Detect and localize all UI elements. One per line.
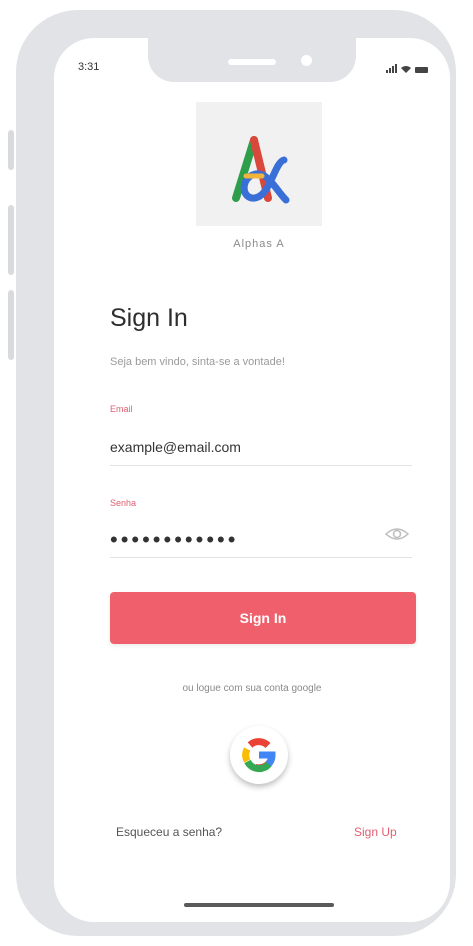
home-indicator [184,903,334,907]
page-title: Sign In [110,304,188,332]
stage: 3:31 Alphas A Sign In Seja bem vindo, si… [0,0,473,946]
status-time: 3:31 [78,61,100,73]
sign-in-button[interactable]: Sign In [110,592,416,644]
email-underline [110,465,412,466]
battery-icon [415,67,428,73]
speaker [228,59,276,65]
password-field[interactable]: •••••••••••• [110,527,238,553]
phone-side-button [8,130,14,170]
signal-icon [386,64,397,73]
google-login-button[interactable] [230,726,288,784]
google-login-text: ou logue com sua conta google [182,683,322,694]
alpha-a-logo-icon [232,136,290,204]
page-subtitle: Seja bem vindo, sinta-se a vontade! [110,356,285,368]
app-logo [196,102,322,226]
google-icon [242,738,276,773]
email-field[interactable]: example@email.com [110,439,241,455]
forgot-password-link[interactable]: Esqueceu a senha? [116,825,222,839]
email-label: Email [110,404,133,414]
password-underline [110,557,412,558]
wifi-icon [401,66,411,73]
phone-volume-up-button [8,205,14,275]
camera [301,55,312,66]
notch [148,38,356,82]
password-label: Senha [110,498,137,508]
status-icons [386,64,428,73]
phone-volume-down-button [8,290,14,360]
eye-icon[interactable] [384,525,410,543]
phone-frame: 3:31 Alphas A Sign In Seja bem vindo, si… [16,10,456,936]
brand-name: Alphas A [233,238,285,250]
phone-screen: 3:31 Alphas A Sign In Seja bem vindo, si… [54,38,450,922]
sign-up-link[interactable]: Sign Up [354,825,397,839]
